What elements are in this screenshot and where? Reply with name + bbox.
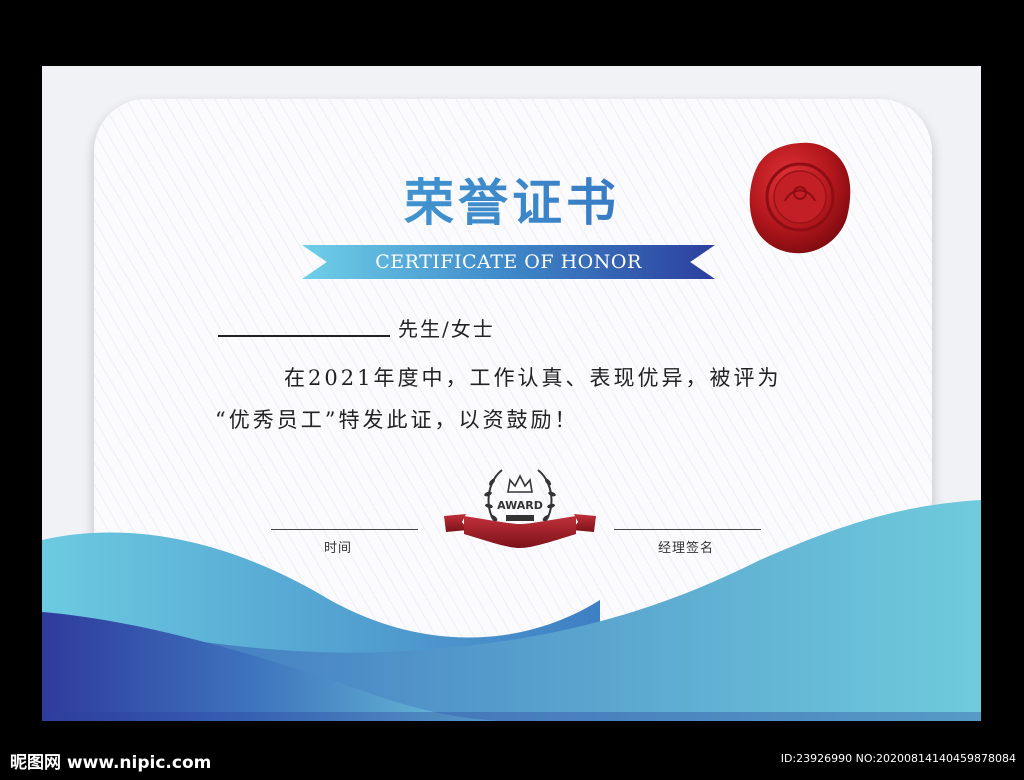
award-badge-icon: AWARD <box>444 469 596 548</box>
recipient-name-line <box>218 335 390 337</box>
date-label: 时间 <box>324 541 353 556</box>
wax-seal-icon <box>749 142 851 254</box>
certificate-body-line-1: 在2021年度中，工作认真、表现优异，被评为 <box>284 366 782 390</box>
date-line <box>271 529 418 530</box>
certificate-subtitle: CERTIFICATE OF HONOR <box>375 251 642 273</box>
certificate-body-line-2: “优秀员工”特发此证，以资鼓励！ <box>215 408 579 432</box>
site-watermark: 昵图网 www.nipic.com <box>10 753 212 773</box>
award-text: AWARD <box>497 499 543 512</box>
image-id-watermark: ID:23926990 NO:20200814140459878084 <box>780 752 1016 765</box>
signature-label: 经理签名 <box>658 541 715 556</box>
salutation: 先生/女士 <box>398 317 495 341</box>
certificate-title: 荣誉证书 <box>0 163 1024 235</box>
signature-line <box>614 529 761 530</box>
